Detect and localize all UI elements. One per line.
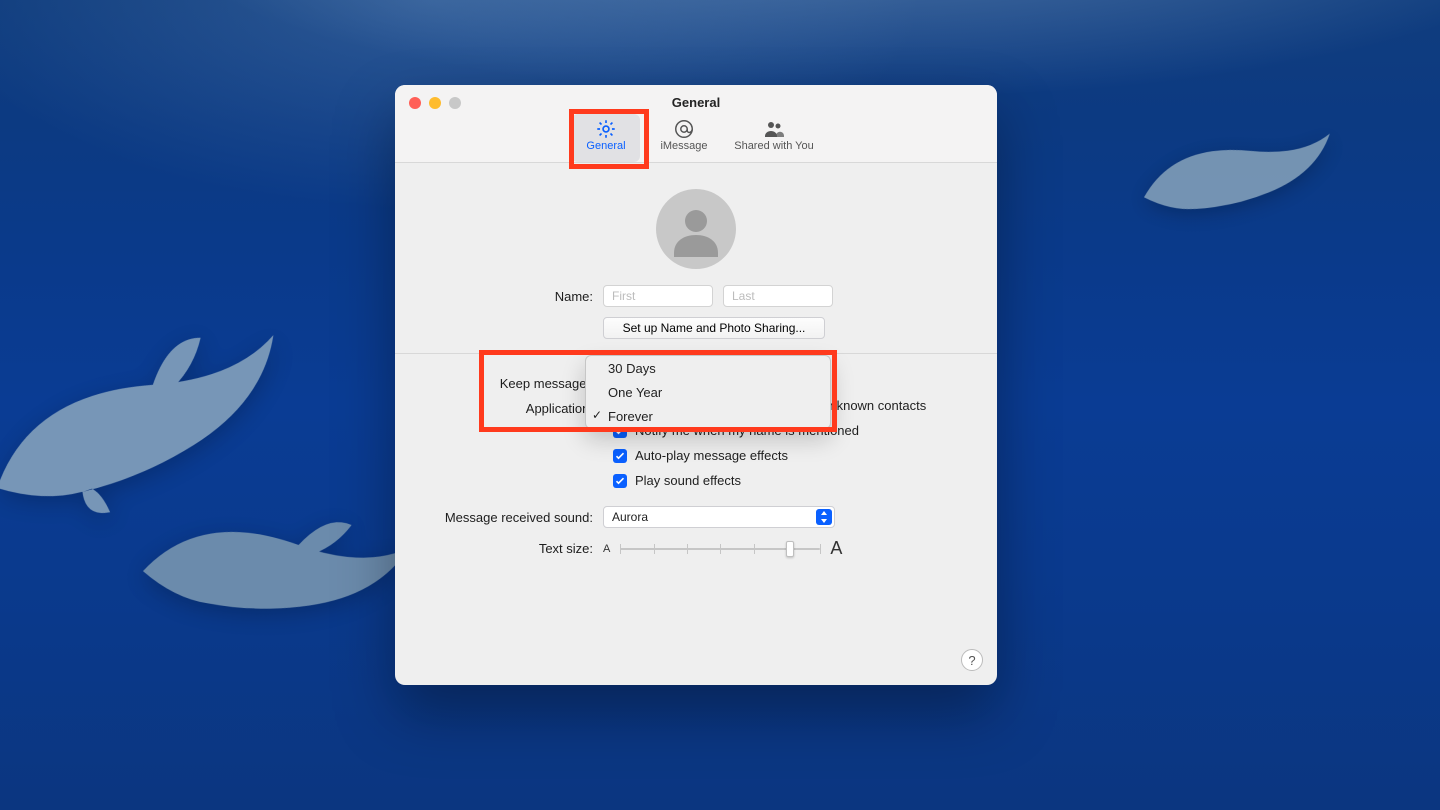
avatar-placeholder[interactable] [656,189,736,269]
dropdown-option-30-days[interactable]: 30 Days [586,356,830,380]
tab-label: General [572,140,640,152]
application-label: Application: [413,401,603,416]
tab-general[interactable]: General [572,114,640,162]
keep-messages-dropdown: 30 Days One Year ✓ Forever [585,355,831,429]
keep-messages-label: Keep messages [413,376,603,391]
people-icon [728,118,820,140]
toolbar-tabs: General iMessage Shared with You [395,114,997,162]
checkbox-icon [613,449,627,463]
check-icon: ✓ [592,408,602,422]
window-controls [409,97,461,109]
at-icon [650,118,718,140]
checkbox-autoplay-effects[interactable]: Auto-play message effects [613,448,979,463]
setup-name-photo-button[interactable]: Set up Name and Photo Sharing... [603,317,825,339]
help-button[interactable]: ? [961,649,983,671]
tab-label: iMessage [650,140,718,152]
window-title: General [395,85,997,110]
updown-icon [816,509,832,525]
wallpaper-dolphin [1121,90,1360,240]
textsize-label: Text size: [413,541,603,556]
gear-icon [572,118,640,140]
dropdown-option-forever[interactable]: ✓ Forever [586,404,830,428]
zoom-window-button[interactable] [449,97,461,109]
checkbox-icon [613,474,627,488]
last-name-input[interactable] [723,285,833,307]
textsize-small-a: A [603,543,610,555]
textsize-slider[interactable] [620,539,820,559]
dropdown-option-label: 30 Days [608,361,656,376]
textsize-big-a: A [830,538,842,559]
sound-label: Message received sound: [413,510,603,525]
tab-label: Shared with You [728,140,820,152]
close-window-button[interactable] [409,97,421,109]
name-label: Name: [413,289,603,304]
titlebar: General General iMessage Shared with You [395,85,997,163]
dropdown-option-label: Forever [608,409,653,424]
sound-select[interactable]: Aurora [603,506,835,528]
dropdown-option-label: One Year [608,385,662,400]
help-glyph: ? [968,653,975,668]
wallpaper-dolphin [121,469,439,652]
tab-shared-with-you[interactable]: Shared with You [728,114,820,162]
tab-imessage[interactable]: iMessage [650,114,718,162]
preferences-window: General General iMessage Shared with You [395,85,997,685]
minimize-window-button[interactable] [429,97,441,109]
section-divider [395,353,997,354]
checkbox-label: Auto-play message effects [635,448,788,463]
first-name-input[interactable] [603,285,713,307]
sound-value: Aurora [612,510,648,524]
checkbox-label: Play sound effects [635,473,741,488]
checkbox-sound-effects[interactable]: Play sound effects [613,473,979,488]
dropdown-option-one-year[interactable]: One Year [586,380,830,404]
